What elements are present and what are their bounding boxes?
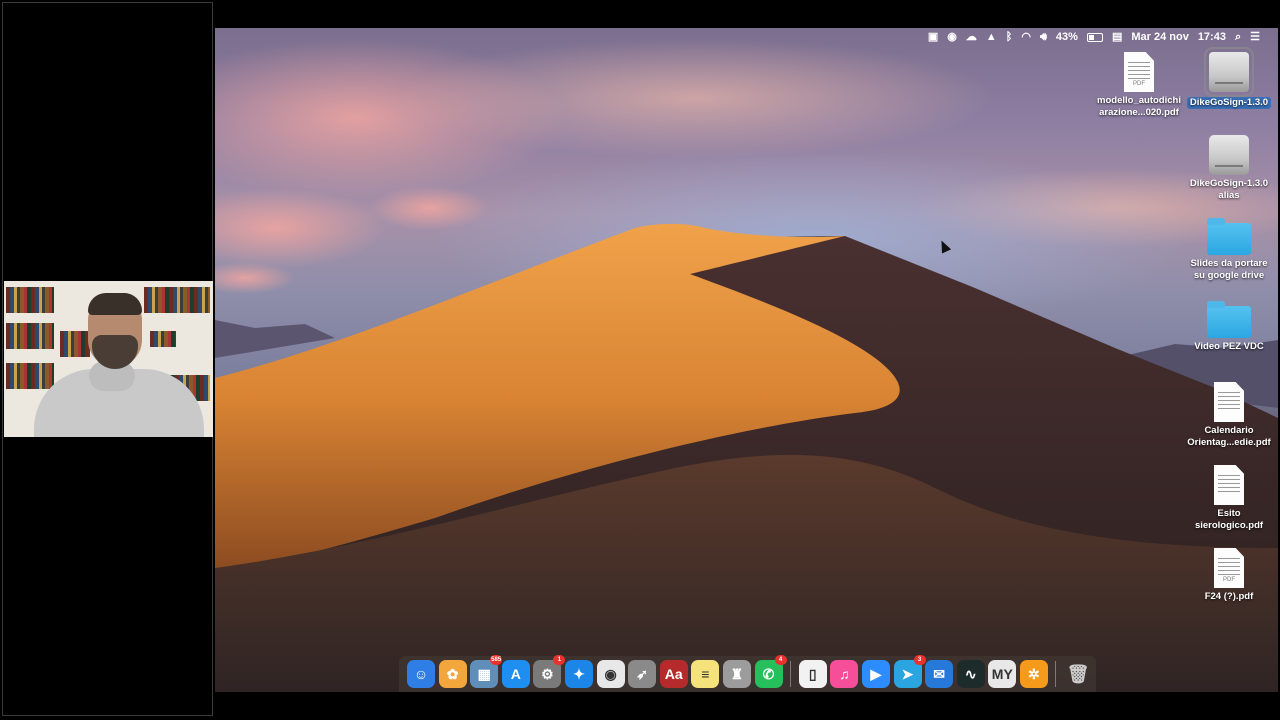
disk-alias-icon — [1209, 135, 1249, 175]
desktop-item-label: Esito sierologico.pdf — [1194, 508, 1264, 531]
desktop-item-f24-pdf[interactable]: PDF F24 (?).pdf — [1184, 548, 1274, 603]
notification-badge: 1 — [553, 655, 566, 665]
dock-telegram-icon[interactable]: ➤ 3 — [893, 655, 926, 688]
folder-icon — [1207, 218, 1251, 255]
dock-whatsapp-icon[interactable]: ✆ 4 — [754, 655, 787, 688]
dock-notes-icon[interactable]: ≡ — [691, 660, 720, 688]
dock-preview-icon[interactable]: ▦ 585 — [470, 655, 503, 688]
dock-textedit-icon[interactable]: ▯ — [798, 660, 827, 688]
menubar-time[interactable]: 17:43 — [1198, 28, 1226, 46]
desktop-item-dikegosign-volume[interactable]: DikeGoSign-1.3.0 — [1184, 47, 1274, 110]
pdf-file-icon: PDF — [1124, 52, 1154, 92]
desktop-item-label: Slides da portare su google drive — [1190, 258, 1268, 281]
menu-bar: ▣ ◉ ☁ ▲ ᛒ ◠ 🔊︎ 43% ▤ Mar 24 nov 17:43 ⌕ … — [215, 28, 1278, 46]
dock-safari-icon[interactable]: ✦ — [564, 660, 593, 688]
desert-dune — [215, 223, 1278, 692]
desktop-item-esito-pdf[interactable]: Esito sierologico.pdf — [1184, 465, 1274, 532]
dock-vlc-icon[interactable]: ✲ — [1019, 660, 1048, 688]
desktop-item-label: Video PEZ VDC — [1194, 341, 1264, 352]
notification-center-icon[interactable]: ☰ — [1250, 28, 1260, 46]
dock-zoom-icon[interactable]: ▶ — [861, 660, 890, 688]
pdf-file-icon — [1214, 382, 1244, 422]
desktop-item-label: DikeGoSign-1.3.0 alias — [1189, 178, 1269, 201]
bluetooth-icon[interactable]: ᛒ — [1006, 28, 1013, 46]
battery-icon[interactable] — [1086, 32, 1103, 42]
menubar-date[interactable]: Mar 24 nov — [1131, 28, 1188, 46]
spotlight-icon[interactable]: ⌕ — [1235, 28, 1241, 46]
notification-badge: 3 — [913, 655, 926, 665]
desktop-item-video-folder[interactable]: Video PEZ VDC — [1184, 300, 1274, 353]
folder-icon — [1207, 301, 1251, 338]
desktop-screen: ▣ ◉ ☁ ▲ ᛒ ◠ 🔊︎ 43% ▤ Mar 24 nov 17:43 ⌕ … — [215, 28, 1278, 692]
dock: ☺ ✿ ▦ 585 A ⚙ 1 ✦ ◉ ➶ Aa ≡ ♜ ✆ 4 ▯ ♫ ▶ ➤ 3 ✉ ∿ MY ✲ 🗑 — [399, 655, 1096, 692]
dock-separator — [1055, 661, 1057, 687]
dock-itunes-icon[interactable]: ♫ — [830, 660, 859, 688]
desktop-item-label: DikeGoSign-1.3.0 — [1186, 97, 1272, 109]
desktop-item-dikegosign-alias[interactable]: DikeGoSign-1.3.0 alias — [1184, 135, 1274, 202]
cloud-icon[interactable]: ☁ — [966, 28, 977, 46]
desktop-item-modello-pdf[interactable]: PDF modello_autodichi arazione...020.pdf — [1094, 52, 1184, 119]
battery-percent[interactable]: 43% — [1056, 28, 1078, 46]
zoom-icon[interactable]: ◉ — [947, 28, 957, 46]
pdf-file-icon: PDF — [1214, 548, 1244, 588]
notification-badge: 4 — [774, 655, 787, 665]
volume-icon[interactable]: 🔊︎ — [1040, 28, 1047, 46]
dock-launchpad-icon[interactable]: ➶ — [628, 660, 657, 688]
desktop-item-slides-folder[interactable]: Slides da portare su google drive — [1184, 217, 1274, 282]
desktop-item-label: modello_autodichi arazione...020.pdf — [1097, 95, 1181, 118]
drive-icon[interactable]: ▲ — [986, 28, 997, 46]
dock-finder-icon[interactable]: ☺ — [407, 660, 435, 688]
dock-photos-icon[interactable]: ✿ — [438, 660, 467, 688]
desktop-item-calendario-pdf[interactable]: Calendario Orientag...edie.pdf — [1184, 382, 1274, 449]
dock-system-preferences-icon[interactable]: ⚙ 1 — [533, 655, 566, 688]
dock-dictionary-icon[interactable]: Aa — [659, 660, 688, 688]
dock-mail-icon[interactable]: ✉ — [925, 660, 954, 688]
disk-image-icon — [1204, 47, 1254, 97]
pdf-file-icon — [1214, 465, 1244, 505]
keyboard-icon[interactable]: ▤ — [1112, 28, 1122, 46]
desktop-item-label: Calendario Orientag...edie.pdf — [1187, 425, 1271, 448]
wifi-icon[interactable]: ◠ — [1021, 28, 1031, 46]
dock-trash-icon[interactable]: 🗑 — [1064, 660, 1092, 688]
dock-separator — [790, 661, 792, 687]
dock-activity-monitor-icon[interactable]: ∿ — [956, 660, 985, 688]
desktop-item-label: F24 (?).pdf — [1204, 591, 1254, 602]
dock-my-training-icon[interactable]: MY — [988, 660, 1017, 688]
webcam-feed — [4, 281, 213, 437]
notification-badge: 585 — [490, 655, 503, 665]
dock-chrome-icon[interactable]: ◉ — [596, 660, 625, 688]
video-icon[interactable]: ▣ — [928, 28, 938, 46]
dock-app-store-icon[interactable]: A — [501, 660, 530, 688]
dock-automator-icon[interactable]: ♜ — [722, 660, 751, 688]
